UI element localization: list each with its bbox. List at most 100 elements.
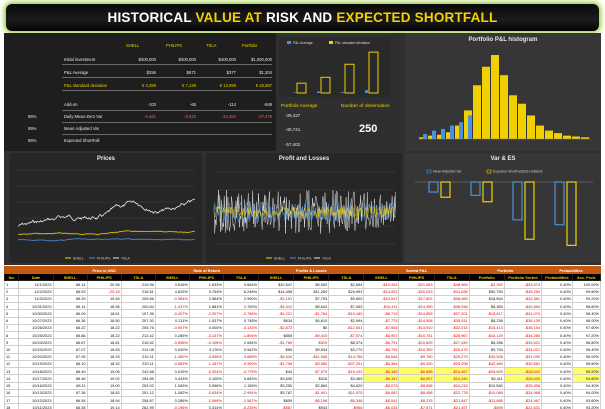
histogram-var-bar	[459, 122, 463, 139]
summary-row: 95% Daily Mean-Zero Var -6,461 -8,623 -24,35…	[4, 112, 276, 122]
table-cell: -$21,847	[433, 395, 470, 405]
table-cell: -0.569%	[154, 359, 190, 369]
summary-divider	[62, 90, 272, 91]
table-cell: 0.40%	[540, 280, 573, 289]
table-cell: 2	[3, 287, 20, 296]
table-cell: -1.437%	[154, 302, 190, 311]
table-cell: -$35,531	[433, 316, 470, 325]
table-cell: 0.956%	[188, 381, 224, 390]
mini-stdev-bar	[296, 82, 307, 94]
table-cell: 10/16/2023	[18, 381, 54, 390]
table-cell: $50,750	[468, 287, 505, 296]
table-cell: -$10,089	[468, 388, 505, 397]
table-cell: 10/12/2023	[18, 395, 54, 405]
summary-header-2: TSLA	[206, 43, 217, 48]
table-column-header: Portfolio	[468, 273, 505, 282]
portfolio-stats: Portfolio Average Number of observation …	[279, 101, 399, 151]
table-cell: 0.849%	[222, 374, 260, 383]
table-cell: $8,238	[468, 316, 505, 325]
table-cell: $11,260	[293, 287, 330, 296]
table-cell: -$587	[258, 403, 295, 409]
table-cell: 1	[3, 280, 20, 289]
vares-legend-label: Mean Adjusted Var	[433, 170, 462, 174]
table-cell: -$8,688	[398, 367, 435, 376]
table-row: 11 10/20/2023 67.05 18.25 210.11 -1.382% -3.83…	[3, 352, 602, 361]
table-column-header: SHELL	[52, 273, 88, 282]
histogram-bar	[500, 75, 508, 139]
table-cell: $9,600	[328, 294, 365, 304]
table-cell: 66.22	[52, 323, 88, 332]
summary-cell: -8,623	[184, 114, 196, 119]
table-row: 17 10/12/2023 66.54 18.94 258.87 0.286% -2.066…	[3, 395, 602, 405]
histogram-bar	[518, 103, 526, 139]
table-row: 2 11/2/2023 68.53 -20.18 218.51 4.833% 3.753% 6…	[3, 287, 602, 296]
table-cell: 65.14	[52, 302, 88, 311]
table-cell: $2,869	[293, 381, 330, 390]
table-cell: -$6,062	[363, 388, 400, 397]
table-cell: $3,770	[328, 345, 365, 354]
table-group-header: Rate of Return	[154, 265, 260, 275]
table-cell: 67.38	[52, 388, 88, 397]
table-cell: 0.40%	[540, 381, 573, 390]
mini-legend-swatch	[329, 41, 333, 44]
table-cell: 258.87	[120, 395, 156, 405]
table-cell: 0.748%	[222, 316, 260, 325]
table-cell: -$22,778	[433, 388, 470, 397]
table-row: 6 10/27/2023 66.36 18.50 207.30 0.211% 1.537% 0…	[3, 316, 602, 325]
histogram-bar	[473, 85, 481, 139]
table-cell: -$3,560	[293, 359, 330, 369]
summary-row: 95% Expected ShortFall	[4, 136, 276, 146]
table-cell: -$25,958	[503, 381, 542, 390]
table-cell: -$16,129	[468, 330, 505, 340]
portfolio-average-label: Portfolio Average	[281, 104, 318, 109]
stat-value-b: -57,402	[285, 142, 301, 147]
table-cell: -$43,381	[503, 294, 542, 304]
table-cell: 18.61	[86, 309, 122, 318]
table-cell: -$12,541	[328, 323, 365, 332]
table-cell: -$17,802	[398, 294, 435, 304]
legend-label: SHELL	[274, 256, 285, 260]
table-cell: 18.50	[86, 316, 122, 325]
vares-es-bar	[482, 181, 493, 203]
table-cell: -$45,269	[503, 287, 542, 296]
table-cell: 0.40%	[540, 309, 573, 318]
table-group-header: Price in USD	[52, 265, 156, 275]
table-cell: $10,547	[258, 280, 295, 289]
table-cell: -$319	[293, 338, 330, 347]
table-cell: -$7,604	[363, 323, 400, 332]
table-cell: $3,465	[328, 374, 365, 383]
table-cell: $4,610	[293, 316, 330, 325]
mini-legend-label: P&L standard deviation	[335, 41, 370, 45]
vares-es-bar	[440, 181, 451, 198]
table-cell: 12	[3, 359, 20, 369]
legend-label: TSLA	[121, 256, 130, 260]
table-cell: 65.29	[52, 294, 88, 304]
table-group-header: Probabilities	[540, 265, 602, 275]
vares-var-bar	[428, 181, 439, 193]
table-cell: -$8,376	[398, 395, 435, 405]
table-cell: 99.60%	[571, 287, 602, 296]
table-cell: -$4,626	[258, 352, 295, 361]
table-cell: 8	[3, 330, 20, 340]
table-cell: 97.60%	[571, 323, 602, 332]
vares-legend-label: Expected ShortFall(ES) Deltarisk	[493, 170, 543, 174]
table-cell: -$4,312	[258, 302, 295, 311]
table-cell: -$6,076	[363, 381, 400, 390]
table-cell: -2.994%	[222, 388, 260, 397]
table-cell: -$1,784	[293, 309, 330, 318]
table-cell: -$32,215	[433, 323, 470, 332]
table-cell: $18,564	[468, 294, 505, 304]
table-cell: -$21,497	[433, 403, 470, 409]
summary-row-label: Daily Mean-Zero Var	[64, 114, 103, 119]
table-cell: 20.96	[86, 280, 122, 289]
table-cell: 3.516%	[154, 280, 190, 289]
histogram-bar	[554, 133, 562, 139]
table-cell: 3	[3, 294, 20, 304]
table-cell: 10/19/2023	[18, 359, 54, 369]
vares-es-bar	[566, 181, 577, 246]
histogram-bar	[572, 136, 580, 139]
summary-table: SHELL PHILIPS TSLA Portfolio Initial investm…	[4, 33, 276, 151]
table-cell: 17	[3, 395, 20, 405]
legend-label: PHILIPS	[298, 256, 312, 260]
table-cell: 94.40%	[571, 381, 602, 390]
